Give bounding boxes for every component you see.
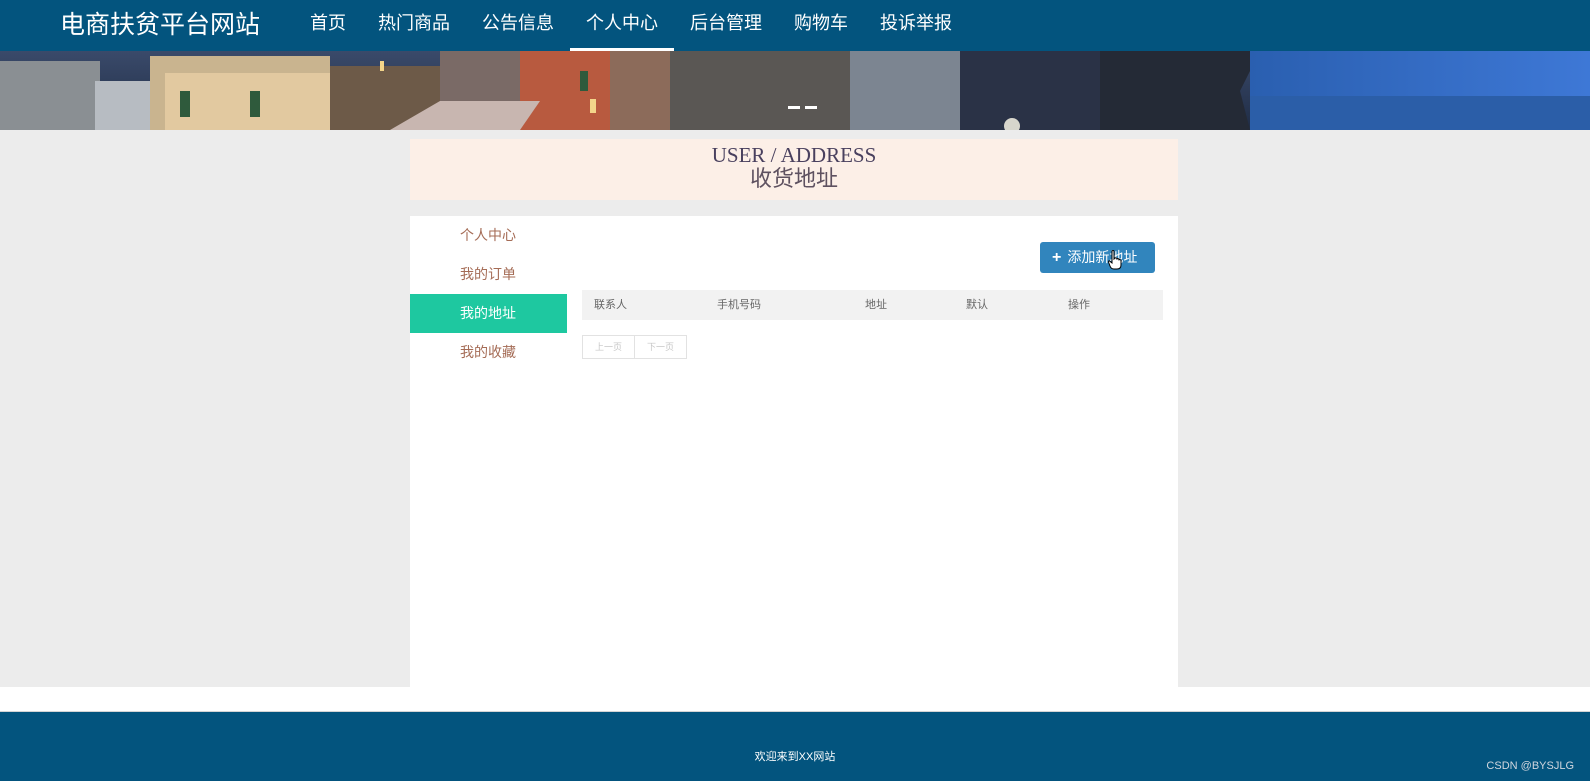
watermark-text: CSDN @BYSJLG bbox=[1486, 760, 1574, 772]
section-title-cn: 收货地址 bbox=[749, 166, 838, 191]
nav-item-cart[interactable]: 购物车 bbox=[778, 0, 864, 51]
sidebar-item-personal-center[interactable]: 个人中心 bbox=[410, 216, 567, 255]
nav-item-personal-center[interactable]: 个人中心 bbox=[570, 0, 674, 51]
plus-icon: + bbox=[1052, 249, 1062, 266]
footer: 欢迎来到XX网站 CSDN @BYSJLG bbox=[0, 712, 1590, 781]
section-title-box: USER / ADDRESS 收货地址 bbox=[410, 139, 1178, 200]
next-page-button[interactable]: 下一页 bbox=[634, 335, 687, 359]
add-address-label: 添加新地址 bbox=[1067, 249, 1138, 265]
address-table-header: 联系人 手机号码 地址 默认 操作 bbox=[582, 290, 1163, 320]
hand-cursor-icon bbox=[1108, 250, 1122, 270]
banner-image bbox=[0, 51, 1590, 130]
nav-item-hot-products[interactable]: 热门商品 bbox=[362, 0, 466, 51]
nav-item-admin[interactable]: 后台管理 bbox=[674, 0, 778, 51]
banner-carousel[interactable] bbox=[0, 51, 1590, 130]
column-header-contact: 联系人 bbox=[594, 299, 627, 311]
carousel-dot-1[interactable] bbox=[788, 106, 800, 109]
prev-page-button[interactable]: 上一页 bbox=[582, 335, 635, 359]
sidebar-item-my-orders[interactable]: 我的订单 bbox=[410, 255, 567, 294]
footer-spacer bbox=[0, 687, 1590, 712]
nav-item-home[interactable]: 首页 bbox=[294, 0, 362, 51]
section-title-en: USER / ADDRESS bbox=[711, 143, 877, 167]
pagination: 上一页 下一页 bbox=[582, 335, 687, 359]
sidebar: 个人中心 我的订单 我的地址 我的收藏 bbox=[410, 216, 567, 372]
top-nav-bar: 电商扶贫平台网站 首页 热门商品 公告信息 个人中心 后台管理 购物车 投诉举报 bbox=[0, 0, 1590, 51]
column-header-default: 默认 bbox=[966, 299, 988, 311]
column-header-phone: 手机号码 bbox=[717, 299, 761, 311]
content-card: 个人中心 我的订单 我的地址 我的收藏 + 添加新地址 联系人 手机号码 地址 默… bbox=[410, 216, 1178, 687]
nav-item-announcements[interactable]: 公告信息 bbox=[466, 0, 570, 51]
nav-item-complaints[interactable]: 投诉举报 bbox=[864, 0, 968, 51]
footer-text: 欢迎来到XX网站 bbox=[754, 751, 836, 763]
sidebar-item-my-favorites[interactable]: 我的收藏 bbox=[410, 333, 567, 372]
column-header-actions: 操作 bbox=[1068, 299, 1090, 311]
site-brand[interactable]: 电商扶贫平台网站 bbox=[60, 8, 260, 42]
add-address-button[interactable]: + 添加新地址 bbox=[1040, 242, 1155, 273]
main-nav: 首页 热门商品 公告信息 个人中心 后台管理 购物车 投诉举报 bbox=[294, 0, 968, 51]
carousel-dots bbox=[788, 106, 817, 109]
sidebar-item-my-address[interactable]: 我的地址 bbox=[410, 294, 567, 333]
carousel-dot-2[interactable] bbox=[805, 106, 817, 109]
column-header-address: 地址 bbox=[865, 299, 887, 311]
